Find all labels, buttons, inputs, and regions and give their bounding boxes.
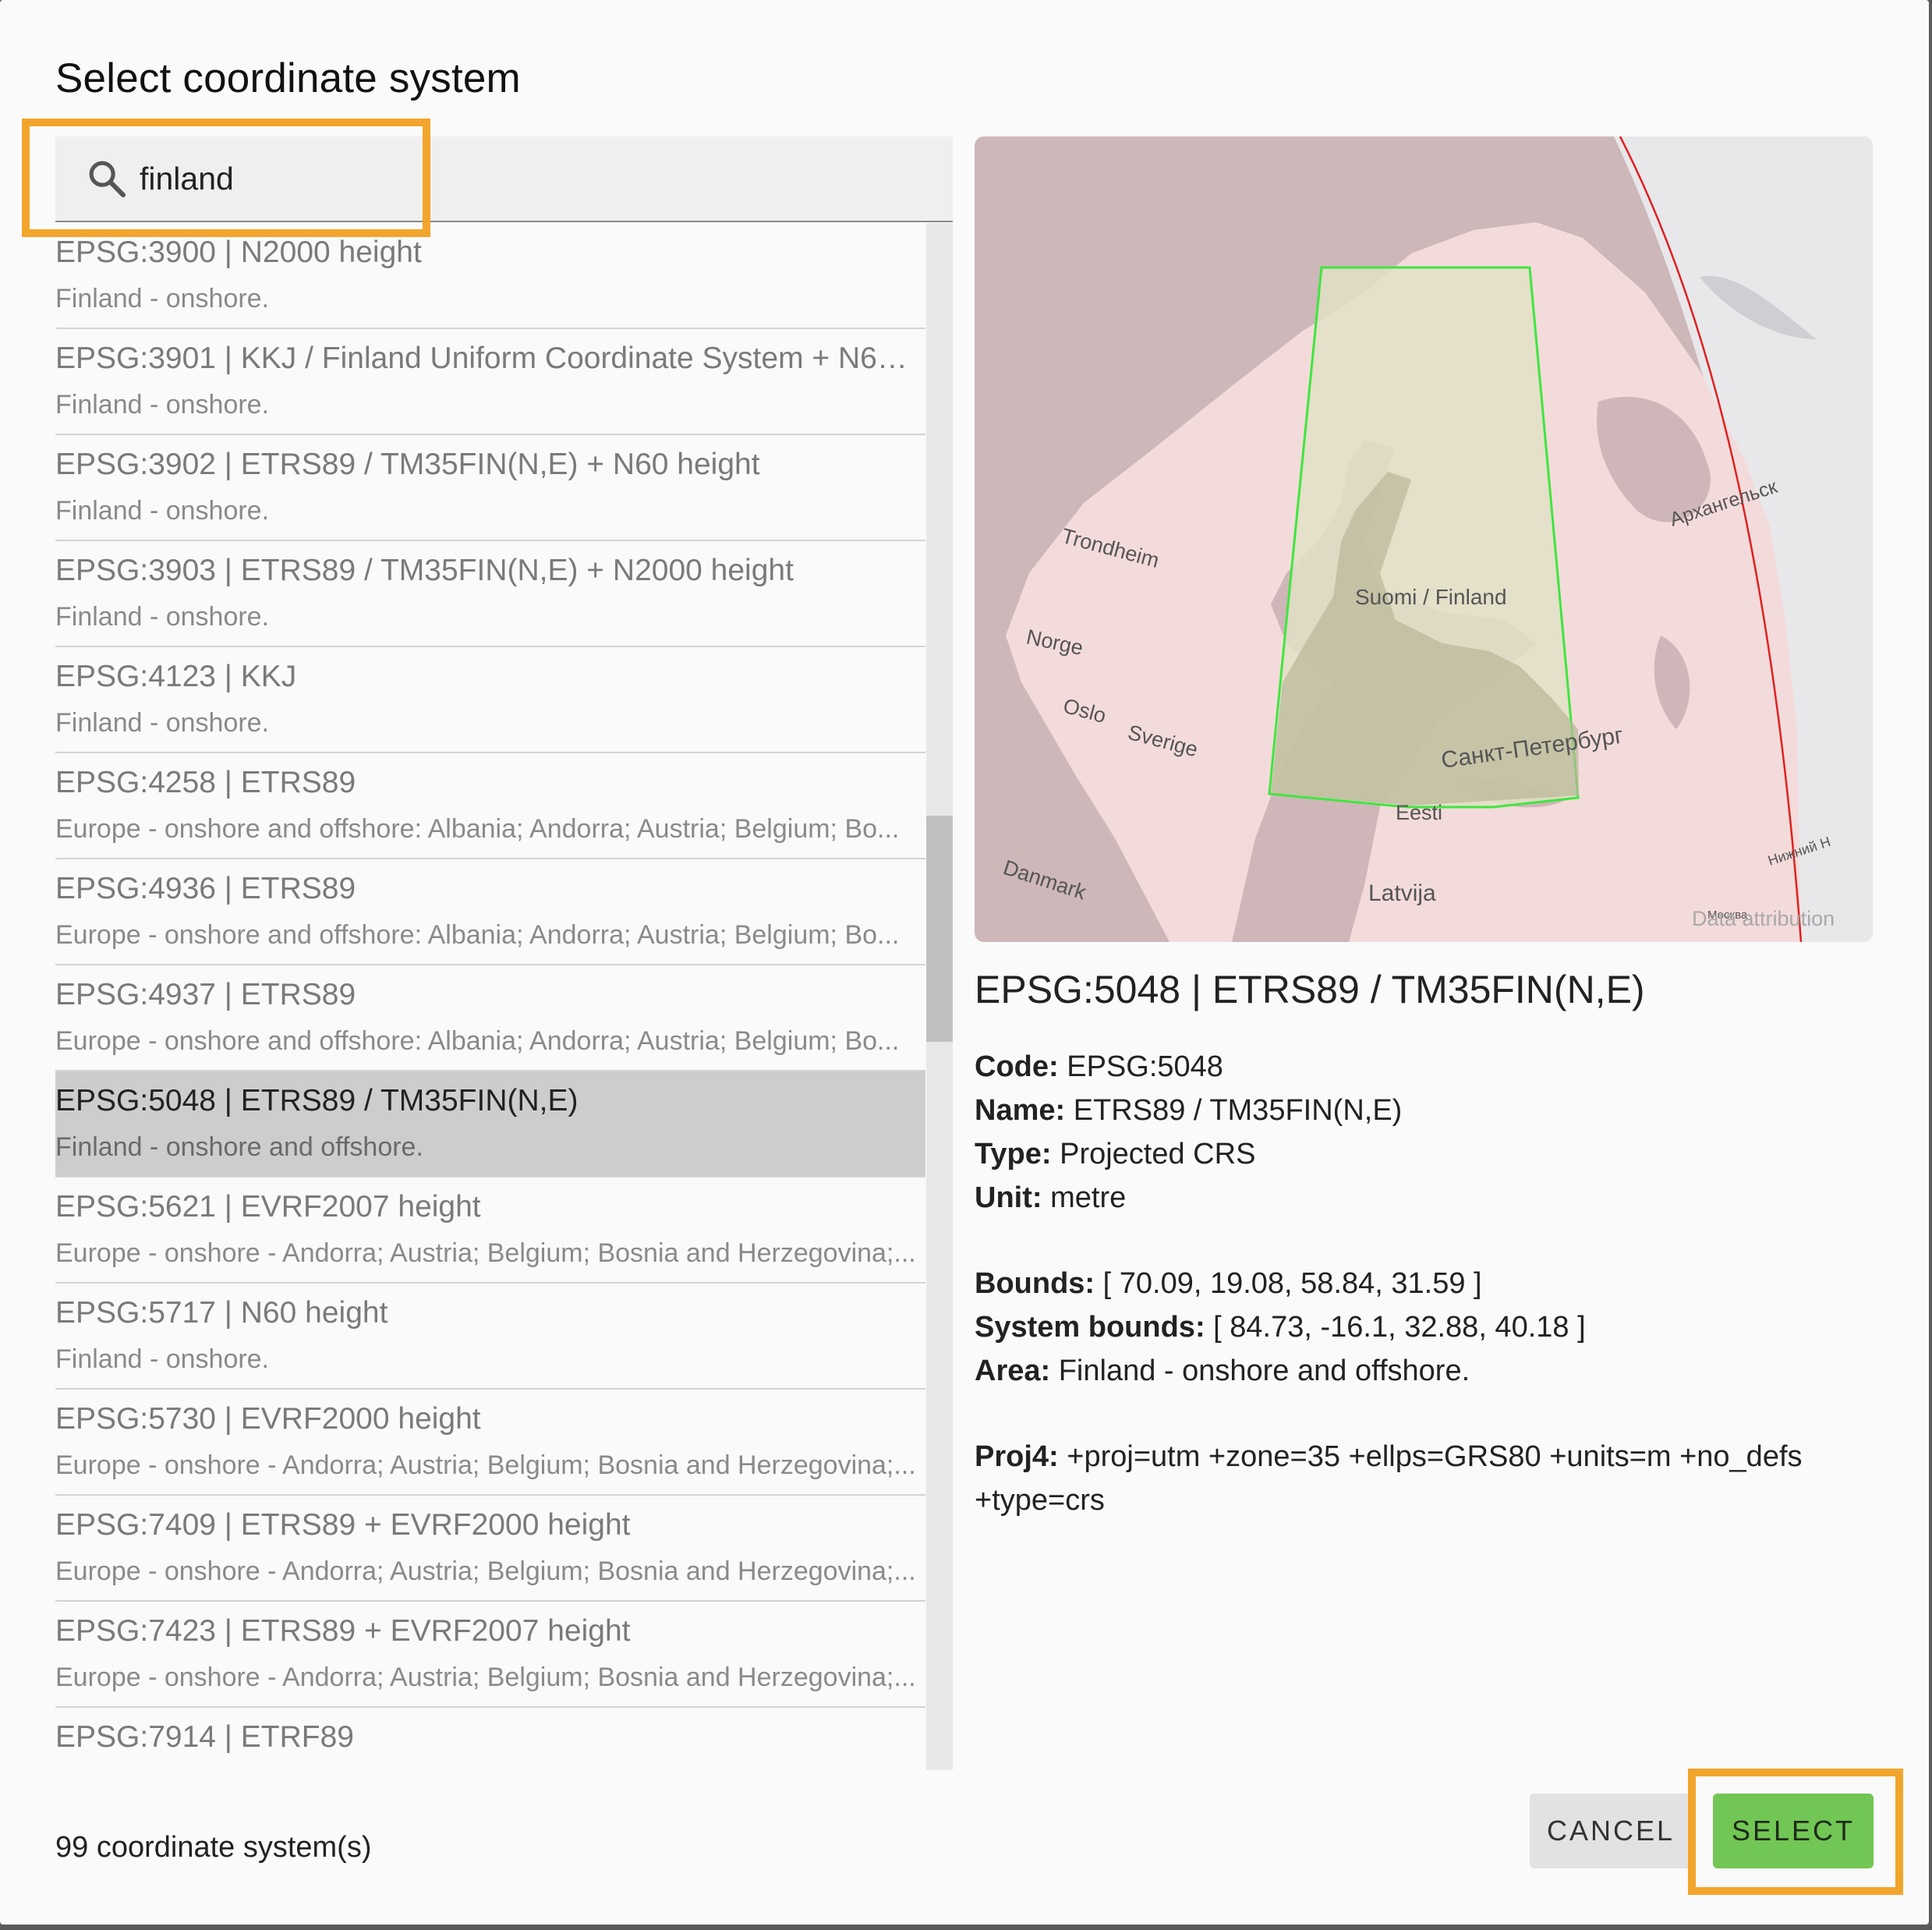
system-bounds-value: [ 84.73, -16.1, 32.88, 40.18 ] <box>1213 1311 1586 1344</box>
select-button[interactable]: SELECT <box>1713 1794 1874 1868</box>
crs-item-title: EPSG:5730 | EVRF2000 height <box>55 1402 481 1436</box>
crs-list-item[interactable]: EPSG:4258 | ETRS89 Europe - onshore and o… <box>55 753 925 859</box>
crs-item-title: EPSG:7409 | ETRS89 + EVRF2000 height <box>55 1508 631 1542</box>
crs-item-area: Europe - onshore - Andorra; Austria; Bel… <box>55 1450 916 1480</box>
crs-list-item[interactable]: EPSG:7409 | ETRS89 + EVRF2000 height Euro… <box>55 1496 925 1602</box>
crs-list-item[interactable]: EPSG:5621 | EVRF2007 height Europe - onsh… <box>55 1177 925 1284</box>
crs-item-title: EPSG:3900 | N2000 height <box>55 235 422 269</box>
dialog-title: Select coordinate system <box>55 55 521 101</box>
crs-item-title: EPSG:4258 | ETRS89 <box>55 766 356 799</box>
crs-item-area: Europe - onshore and offshore: Albania; … <box>55 1026 900 1056</box>
crs-list-item[interactable]: EPSG:5717 | N60 height Finland - onshore. <box>55 1284 925 1390</box>
type-value: Projected CRS <box>1060 1138 1256 1170</box>
bounds-label: Bounds: <box>975 1267 1095 1300</box>
area-value: Finland - onshore and offshore. <box>1058 1355 1470 1387</box>
crs-item-title: EPSG:5621 | EVRF2007 height <box>55 1190 481 1224</box>
detail-proj4: Proj4: +proj=utm +zone=35 +ellps=GRS80 +… <box>975 1435 1871 1522</box>
detail-name: Name: ETRS89 / TM35FIN(N,E) <box>975 1089 1895 1132</box>
map-label-latvija: Latvija <box>1368 880 1436 906</box>
proj4-label: Proj4: <box>975 1440 1059 1473</box>
crs-item-title: EPSG:7423 | ETRS89 + EVRF2007 height <box>55 1614 631 1648</box>
name-value: ETRS89 / TM35FIN(N,E) <box>1073 1094 1403 1127</box>
crs-item-area: Europe - onshore and offshore: Albania; … <box>55 920 900 950</box>
unit-label: Unit: <box>975 1181 1042 1214</box>
area-label: Area: <box>975 1355 1051 1387</box>
crs-item-title: EPSG:4936 | ETRS89 <box>55 872 356 905</box>
detail-area: Area: Finland - onshore and offshore. <box>975 1349 1895 1393</box>
proj4-value: +proj=utm +zone=35 +ellps=GRS80 +units=m… <box>975 1440 1803 1517</box>
result-count: 99 coordinate system(s) <box>55 1831 372 1864</box>
crs-list-item[interactable]: EPSG:5730 | EVRF2000 height Europe - onsh… <box>55 1390 925 1496</box>
crs-item-area: Finland - onshore. <box>55 496 270 526</box>
crs-list-item[interactable]: EPSG:5048 | ETRS89 / TM35FIN(N,E) Finland… <box>55 1071 925 1177</box>
search-input[interactable] <box>140 155 685 202</box>
bounds-value: [ 70.09, 19.08, 58.84, 31.59 ] <box>1102 1267 1482 1300</box>
map-canvas: Trondheim Norge Oslo Sverige Suomi / Fin… <box>975 136 1873 942</box>
detail-bounds: Bounds: [ 70.09, 19.08, 58.84, 31.59 ] <box>975 1262 1895 1305</box>
search-box[interactable] <box>55 136 953 222</box>
crs-item-area: Europe - onshore - Andorra; Austria; Bel… <box>55 1663 916 1692</box>
crs-dialog: Select coordinate system EPSG:3900 | N20… <box>0 0 1929 1925</box>
crs-list-item[interactable]: EPSG:3900 | N2000 height Finland - onshor… <box>55 223 925 329</box>
system-bounds-label: System bounds: <box>975 1311 1205 1344</box>
crs-item-area: Finland - onshore and offshore. <box>55 1132 423 1162</box>
map-attribution[interactable]: Data attribution <box>1692 907 1835 930</box>
crs-list-item[interactable]: EPSG:4123 | KKJ Finland - onshore. <box>55 647 925 753</box>
code-value: EPSG:5048 <box>1067 1050 1223 1083</box>
map-label-suomi: Suomi / Finland <box>1355 585 1507 609</box>
crs-item-title: EPSG:3903 | ETRS89 / TM35FIN(N,E) + N200… <box>55 554 794 587</box>
crs-item-area: Europe - onshore - Andorra; Austria; Bel… <box>55 1238 916 1268</box>
unit-value: metre <box>1050 1181 1127 1214</box>
crs-item-area: Europe - onshore - Andorra; Austria; Bel… <box>55 1556 916 1586</box>
code-label: Code: <box>975 1050 1059 1083</box>
map-label-eesti: Eesti <box>1396 801 1442 824</box>
crs-item-area: Finland - onshore. <box>55 284 270 313</box>
detail-type: Type: Projected CRS <box>975 1132 1895 1176</box>
crs-list-item[interactable]: EPSG:7423 | ETRS89 + EVRF2007 height Euro… <box>55 1602 925 1708</box>
detail-unit: Unit: metre <box>975 1176 1895 1220</box>
list-scrollbar[interactable] <box>926 223 953 1770</box>
detail-code: Code: EPSG:5048 <box>975 1045 1895 1089</box>
crs-item-title: EPSG:5048 | ETRS89 / TM35FIN(N,E) <box>55 1084 579 1117</box>
type-label: Type: <box>975 1138 1052 1170</box>
crs-list-item[interactable]: EPSG:7914 | ETRF89 <box>55 1708 925 1770</box>
crs-list-item[interactable]: EPSG:3902 | ETRS89 / TM35FIN(N,E) + N60 … <box>55 435 925 541</box>
crs-item-area: Finland - onshore. <box>55 602 270 632</box>
crs-item-title: EPSG:5717 | N60 height <box>55 1296 388 1330</box>
crs-item-title: EPSG:3901 | KKJ / Finland Uniform Coordi… <box>55 342 921 375</box>
crs-item-area: Europe - onshore and offshore: Albania; … <box>55 814 900 844</box>
detail-system-bounds: System bounds: [ 84.73, -16.1, 32.88, 40… <box>975 1305 1895 1349</box>
detail-heading: EPSG:5048 | ETRS89 / TM35FIN(N,E) <box>975 968 1645 1011</box>
detail-panel: Code: EPSG:5048 Name: ETRS89 / TM35FIN(N… <box>975 1045 1895 1522</box>
cancel-button[interactable]: CANCEL <box>1530 1794 1692 1868</box>
crs-item-title: EPSG:4123 | KKJ <box>55 660 297 693</box>
crs-list-item[interactable]: EPSG:3903 | ETRS89 / TM35FIN(N,E) + N200… <box>55 541 925 647</box>
crs-list[interactable]: EPSG:3900 | N2000 height Finland - onshor… <box>55 223 925 1770</box>
crs-item-area: Finland - onshore. <box>55 390 270 420</box>
crs-list-item[interactable]: EPSG:4936 | ETRS89 Europe - onshore and o… <box>55 859 925 965</box>
extent-map[interactable]: Trondheim Norge Oslo Sverige Suomi / Fin… <box>975 136 1873 942</box>
crs-list-item[interactable]: EPSG:4937 | ETRS89 Europe - onshore and o… <box>55 965 925 1071</box>
crs-item-title: EPSG:3902 | ETRS89 / TM35FIN(N,E) + N60 … <box>55 448 760 481</box>
crs-item-title: EPSG:4937 | ETRS89 <box>55 978 356 1011</box>
crs-item-area: Finland - onshore. <box>55 708 270 738</box>
search-icon <box>89 161 126 198</box>
scrollbar-thumb[interactable] <box>926 816 953 1042</box>
crs-item-area: Finland - onshore. <box>55 1344 270 1374</box>
crs-list-item[interactable]: EPSG:3901 | KKJ / Finland Uniform Coordi… <box>55 329 925 435</box>
crs-item-title: EPSG:7914 | ETRF89 <box>55 1720 354 1754</box>
name-label: Name: <box>975 1094 1066 1127</box>
